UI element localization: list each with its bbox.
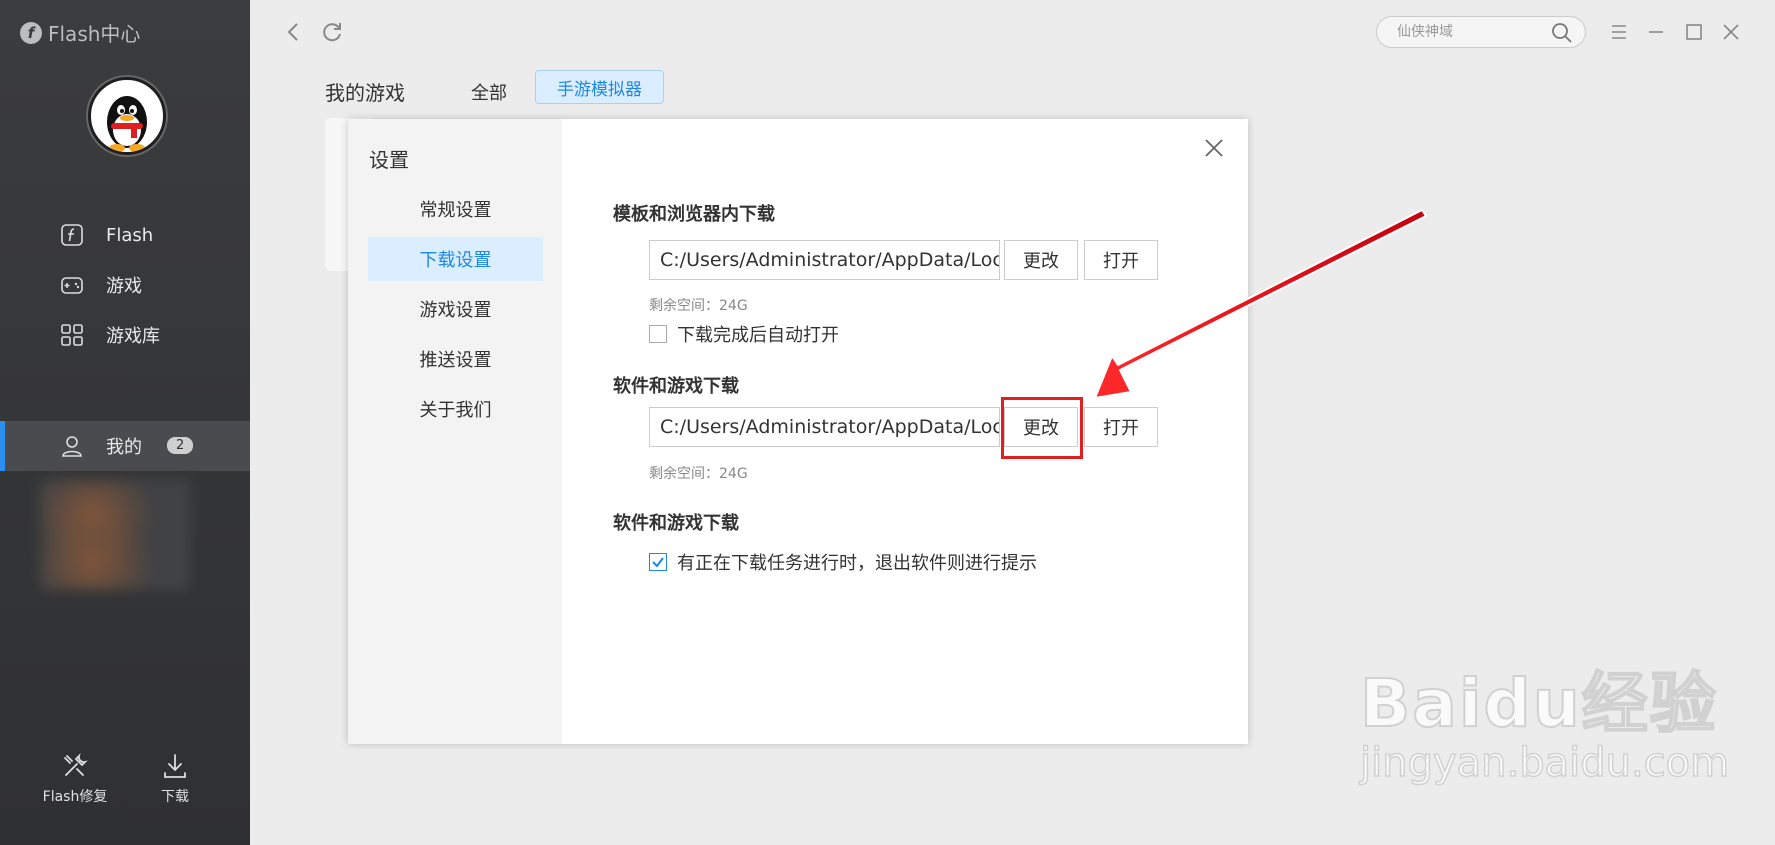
sidebar-item-label: Flash	[106, 224, 154, 246]
baidu-watermark: Baidu经验 jingyan.baidu.com	[1359, 650, 1730, 787]
template-download-path-field[interactable]: C:/Users/Administrator/AppData/Local/	[649, 240, 1000, 280]
exit-prompt-checkbox[interactable]	[649, 553, 667, 571]
sidebar-item-game-library[interactable]: 游戏库	[0, 310, 250, 360]
minimize-icon	[1649, 31, 1663, 33]
minimize-button[interactable]	[1642, 18, 1670, 46]
gamepad-icon	[61, 277, 83, 294]
tool-label: Flash修复	[42, 789, 108, 805]
search-box[interactable]	[1376, 16, 1586, 48]
flash-repair-button[interactable]: Flash修复	[25, 752, 125, 806]
user-icon	[62, 436, 82, 457]
blurred-game-list	[40, 480, 190, 590]
repair-icon	[64, 753, 88, 776]
tool-label: 下载	[161, 789, 189, 805]
grid-icon	[61, 324, 83, 346]
app-name: Flash中心	[48, 22, 141, 46]
flash-icon	[61, 224, 83, 246]
chevron-left-icon	[287, 23, 298, 41]
open-template-path-button[interactable]: 打开	[1084, 240, 1158, 280]
checkmark-icon	[652, 557, 664, 568]
download-button[interactable]: 下载	[125, 752, 225, 806]
download-icon	[164, 754, 186, 778]
close-dialog-icon[interactable]	[1203, 137, 1225, 159]
change-template-path-button[interactable]: 更改	[1004, 240, 1078, 280]
settings-nav-push[interactable]: 推送设置	[368, 337, 543, 381]
section-title-template-download: 模板和浏览器内下载	[613, 204, 775, 225]
settings-nav-panel: 设置 常规设置 下载设置 游戏设置 推送设置 关于我们	[348, 119, 562, 744]
settings-nav-general[interactable]: 常规设置	[368, 187, 543, 231]
settings-nav-game[interactable]: 游戏设置	[368, 287, 543, 331]
sidebar-item-label: 我的	[106, 437, 142, 458]
penguin-avatar-icon	[107, 96, 147, 152]
sidebar-item-games[interactable]: 游戏	[0, 260, 250, 310]
sidebar-item-mine[interactable]: 我的 2	[0, 421, 250, 471]
hamburger-menu-icon	[1612, 25, 1626, 39]
close-icon	[1723, 24, 1739, 40]
section-title-software-download: 软件和游戏下载	[613, 376, 739, 397]
close-window-button[interactable]	[1717, 18, 1745, 46]
sidebar-item-label: 游戏库	[106, 326, 160, 347]
section-title-exit-prompt: 软件和游戏下载	[613, 513, 739, 534]
app-brand: f Flash中心	[20, 18, 140, 47]
search-input[interactable]	[1395, 23, 1549, 41]
exit-prompt-checkbox-row[interactable]: 有正在下载任务进行时，退出软件则进行提示	[649, 549, 1037, 575]
checkbox-label: 下载完成后自动打开	[677, 325, 839, 346]
search-icon[interactable]	[1551, 22, 1573, 44]
flash-logo-icon: f	[20, 21, 42, 44]
notification-badge: 2	[167, 437, 194, 454]
tab-all[interactable]: 全部	[471, 79, 507, 105]
page-title: 我的游戏	[325, 81, 405, 105]
watermark-main-text: Baidu经验	[1359, 664, 1718, 743]
tab-mobile-emulator[interactable]: 手游模拟器	[535, 70, 664, 104]
open-software-path-button[interactable]: 打开	[1084, 407, 1158, 447]
maximize-icon	[1686, 24, 1702, 40]
dialog-title: 设置	[369, 148, 409, 172]
checkbox-label: 有正在下载任务进行时，退出软件则进行提示	[677, 553, 1037, 574]
settings-dialog: 设置 常规设置 下载设置 游戏设置 推送设置 关于我们 模板和浏览器内下载 C:…	[348, 119, 1248, 744]
change-software-path-button[interactable]: 更改	[1004, 407, 1078, 447]
refresh-icon	[323, 23, 341, 42]
menu-button[interactable]	[1605, 18, 1633, 46]
sidebar: f Flash中心 Flash 游戏 游戏库 我的 2 Flash修复 下载	[0, 0, 250, 845]
settings-nav-download[interactable]: 下载设置	[368, 237, 543, 281]
auto-open-checkbox[interactable]	[649, 325, 667, 343]
sidebar-item-label: 游戏	[106, 276, 142, 297]
refresh-button[interactable]	[318, 18, 346, 46]
auto-open-checkbox-row[interactable]: 下载完成后自动打开	[649, 321, 839, 347]
back-button[interactable]	[280, 18, 308, 46]
maximize-button[interactable]	[1680, 18, 1708, 46]
sidebar-item-flash[interactable]: Flash	[0, 210, 250, 260]
watermark-sub-text: jingyan.baidu.com	[1359, 739, 1730, 787]
avatar[interactable]	[88, 77, 166, 155]
remaining-space-text: 剩余空间：24G	[649, 466, 748, 482]
remaining-space-text: 剩余空间：24G	[649, 298, 748, 314]
software-download-path-field[interactable]: C:/Users/Administrator/AppData/Local/	[649, 407, 1000, 447]
settings-nav-about[interactable]: 关于我们	[368, 387, 543, 431]
